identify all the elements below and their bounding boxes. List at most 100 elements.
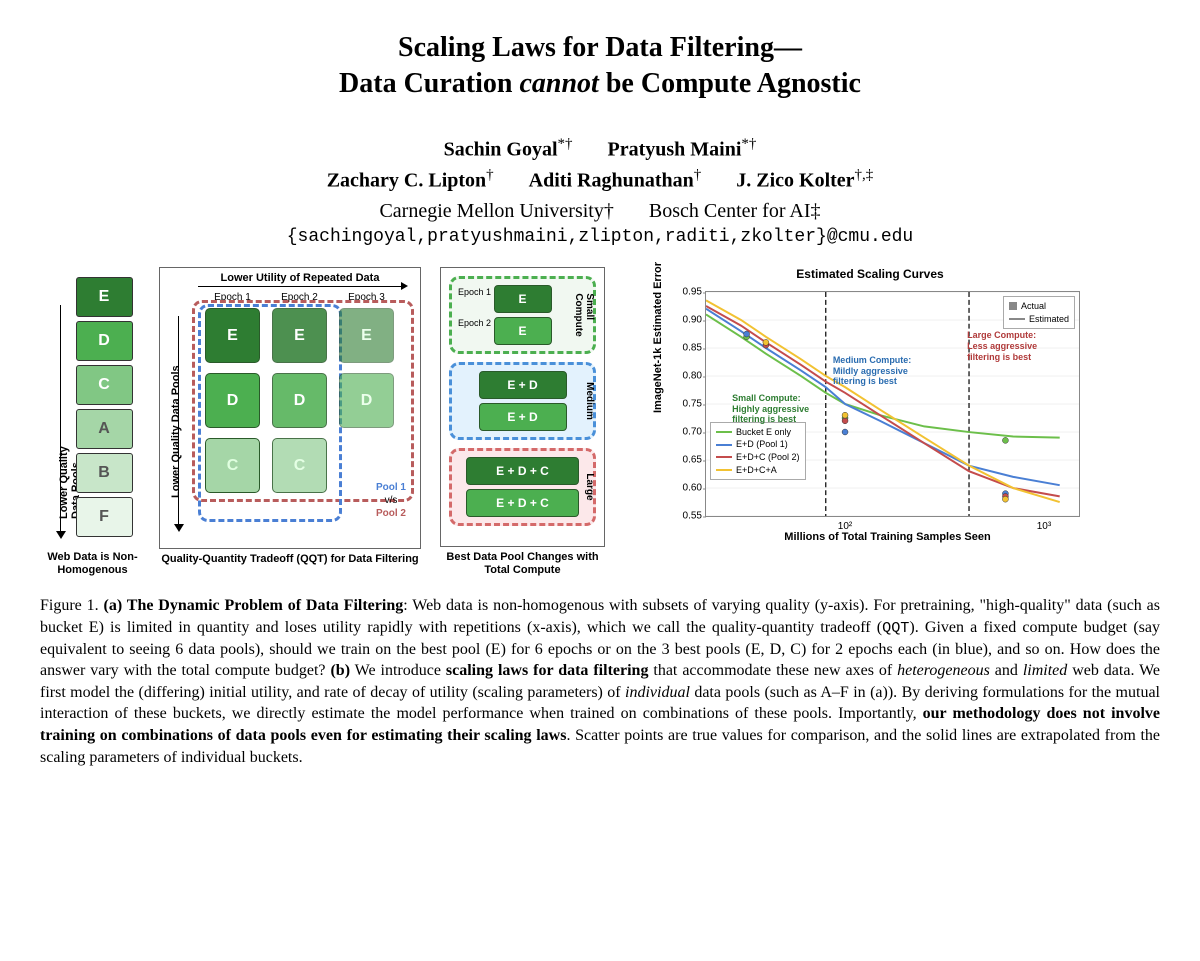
emails: {sachingoyal,pratyushmaini,zlipton,radit… bbox=[40, 227, 1160, 247]
large-bucket-1: E + D + C bbox=[466, 457, 579, 485]
bucket-C: C bbox=[76, 365, 133, 405]
chart-plot-area: 0.550.600.650.700.750.800.850.900.9510²1… bbox=[705, 291, 1080, 517]
caption-fig-num: Figure 1. bbox=[40, 597, 99, 614]
ytick-0.85: 0.85 bbox=[672, 343, 702, 354]
author-3-sup: † bbox=[486, 167, 494, 183]
box-large-compute: Large E + D + C E + D + C bbox=[449, 448, 596, 526]
author-5: J. Zico Kolter bbox=[736, 170, 854, 192]
caption-a-head: (a) The Dynamic Problem of Data Filterin… bbox=[104, 597, 404, 614]
author-2: Pratyush Maini bbox=[608, 138, 742, 160]
caption-it1: heterogeneous bbox=[897, 662, 990, 679]
panel-b-chart: Estimated Scaling Curves ImageNet-1k Est… bbox=[640, 267, 1100, 577]
panel1-arrowhead bbox=[56, 531, 66, 539]
panel2-legend-vs: v/s bbox=[385, 495, 398, 506]
chart-legend-series: Bucket E onlyE+D (Pool 1)E+D+C (Pool 2)E… bbox=[710, 422, 806, 480]
panel2-legend-pool2: Pool 2 bbox=[376, 508, 406, 519]
chart-xlabel: Millions of Total Training Samples Seen bbox=[705, 531, 1070, 543]
qqt-cell-r2-c1: C bbox=[272, 438, 327, 493]
panel2-grid: EEEDDDCC bbox=[205, 308, 394, 493]
caption-b-body2: that accommodate these new axes of bbox=[648, 662, 897, 679]
qqt-cell-r0-c0: E bbox=[205, 308, 260, 363]
caption-it2: limited bbox=[1023, 662, 1067, 679]
panel-a-buckets: Lower Quality Data Pools EDCABF Web Data… bbox=[40, 267, 145, 577]
title-line2c: be Compute Agnostic bbox=[599, 68, 861, 99]
qqt-cell-r2-c0: C bbox=[205, 438, 260, 493]
author-4-sup: † bbox=[694, 167, 702, 183]
panel2-yarrow-line bbox=[178, 316, 179, 526]
author-4: Aditi Raghunathan bbox=[529, 170, 694, 192]
chart-legend-actual-estimated: Actual Estimated bbox=[1003, 296, 1075, 329]
qqt-cell-r1-c2: D bbox=[339, 373, 394, 428]
ytick-0.55: 0.55 bbox=[672, 511, 702, 522]
panel2-caption: Quality-Quantity Tradeoff (QQT) for Data… bbox=[161, 553, 418, 566]
title-line1: Scaling Laws for Data Filtering— bbox=[398, 32, 802, 63]
small-bucket-2: E bbox=[494, 317, 552, 345]
large-compute-label: Large bbox=[584, 473, 595, 500]
affil-1: Carnegie Mellon University bbox=[379, 200, 603, 222]
author-2-sup: *† bbox=[741, 136, 756, 152]
medium-compute-label: Medium bbox=[584, 382, 595, 420]
affil-2-sup: ‡ bbox=[811, 200, 821, 222]
small-ep2: Epoch 2 bbox=[458, 318, 491, 328]
box-medium-compute: Medium E + D E + D bbox=[449, 362, 596, 440]
chart-title: Estimated Scaling Curves bbox=[660, 267, 1080, 281]
panel2-xarrow-line bbox=[198, 286, 402, 287]
affil-1-sup: † bbox=[604, 200, 614, 222]
small-compute-label: Small Compute bbox=[573, 293, 595, 336]
caption-b-head: (b) bbox=[330, 662, 350, 679]
bucket-F: F bbox=[76, 497, 133, 537]
panel2-yarrowhead bbox=[174, 524, 184, 532]
chart-annotation-large: Large Compute: Less aggressive filtering… bbox=[967, 330, 1037, 362]
figure-caption: Figure 1. (a) The Dynamic Problem of Dat… bbox=[40, 595, 1160, 768]
bucket-A: A bbox=[76, 409, 133, 449]
panel2-xarrowhead bbox=[401, 282, 408, 290]
panel2-legend-pool1: Pool 1 bbox=[376, 482, 406, 493]
affil-2: Bosch Center for AI bbox=[649, 200, 811, 222]
paper-title: Scaling Laws for Data Filtering— Data Cu… bbox=[40, 30, 1160, 103]
bucket-D: D bbox=[76, 321, 133, 361]
caption-it3: individual bbox=[625, 684, 690, 701]
authors-block: Sachin Goyal*† Pratyush Maini*† Zachary … bbox=[40, 133, 1160, 196]
panel-a-compute: Small Compute Epoch 1 Epoch 2 E E Medium… bbox=[435, 267, 610, 577]
title-line2a: Data Curation bbox=[339, 68, 519, 99]
author-1: Sachin Goyal bbox=[444, 138, 558, 160]
qqt-cell-r1-c1: D bbox=[272, 373, 327, 428]
bucket-E: E bbox=[76, 277, 133, 317]
small-bucket-1: E bbox=[494, 285, 552, 313]
small-ep1: Epoch 1 bbox=[458, 287, 491, 297]
title-line2b: cannot bbox=[519, 68, 598, 99]
chart-annotation-medium: Medium Compute: Mildly aggressive filter… bbox=[833, 355, 912, 387]
chart-annotation-small: Small Compute: Highly aggressive filteri… bbox=[732, 393, 809, 425]
box-small-compute: Small Compute Epoch 1 Epoch 2 E E bbox=[449, 276, 596, 354]
figure-1: Lower Quality Data Pools EDCABF Web Data… bbox=[40, 267, 1160, 577]
caption-b-body: We introduce bbox=[350, 662, 446, 679]
panel2-xlabel: Lower Utility of Repeated Data bbox=[190, 272, 410, 284]
qqt-cell-r1-c0: D bbox=[205, 373, 260, 428]
panel1-column: EDCABF bbox=[76, 277, 133, 537]
caption-qqt: QQT bbox=[882, 619, 909, 637]
panel2-legend: Pool 1 v/s Pool 2 bbox=[376, 481, 406, 520]
panel-a-qqt: Lower Utility of Repeated Data Lower Qua… bbox=[155, 267, 425, 577]
medium-bucket-1: E + D bbox=[479, 371, 567, 399]
author-1-sup: *† bbox=[558, 136, 573, 152]
ytick-0.8: 0.80 bbox=[672, 371, 702, 382]
qqt-cell-r0-c1: E bbox=[272, 308, 327, 363]
ytick-0.65: 0.65 bbox=[672, 455, 702, 466]
panel1-caption: Web Data is Non-Homogenous bbox=[40, 551, 145, 577]
ytick-0.6: 0.60 bbox=[672, 483, 702, 494]
large-bucket-2: E + D + C bbox=[466, 489, 579, 517]
bucket-B: B bbox=[76, 453, 133, 493]
ytick-0.9: 0.90 bbox=[672, 315, 702, 326]
panel1-arrow-line bbox=[60, 305, 61, 533]
caption-b-and: and bbox=[990, 662, 1023, 679]
ytick-0.7: 0.70 bbox=[672, 427, 702, 438]
caption-b-bold: scaling laws for data filtering bbox=[446, 662, 649, 679]
ytick-0.95: 0.95 bbox=[672, 287, 702, 298]
ytick-0.75: 0.75 bbox=[672, 399, 702, 410]
author-5-sup: †,‡ bbox=[855, 167, 874, 183]
affiliations: Carnegie Mellon University† Bosch Center… bbox=[40, 200, 1160, 223]
qqt-cell-r0-c2: E bbox=[339, 308, 394, 363]
author-3: Zachary C. Lipton bbox=[327, 170, 486, 192]
chart-ylabel: ImageNet-1k Estimated Error bbox=[652, 262, 664, 413]
panel3-caption: Best Data Pool Changes with Total Comput… bbox=[435, 551, 610, 577]
